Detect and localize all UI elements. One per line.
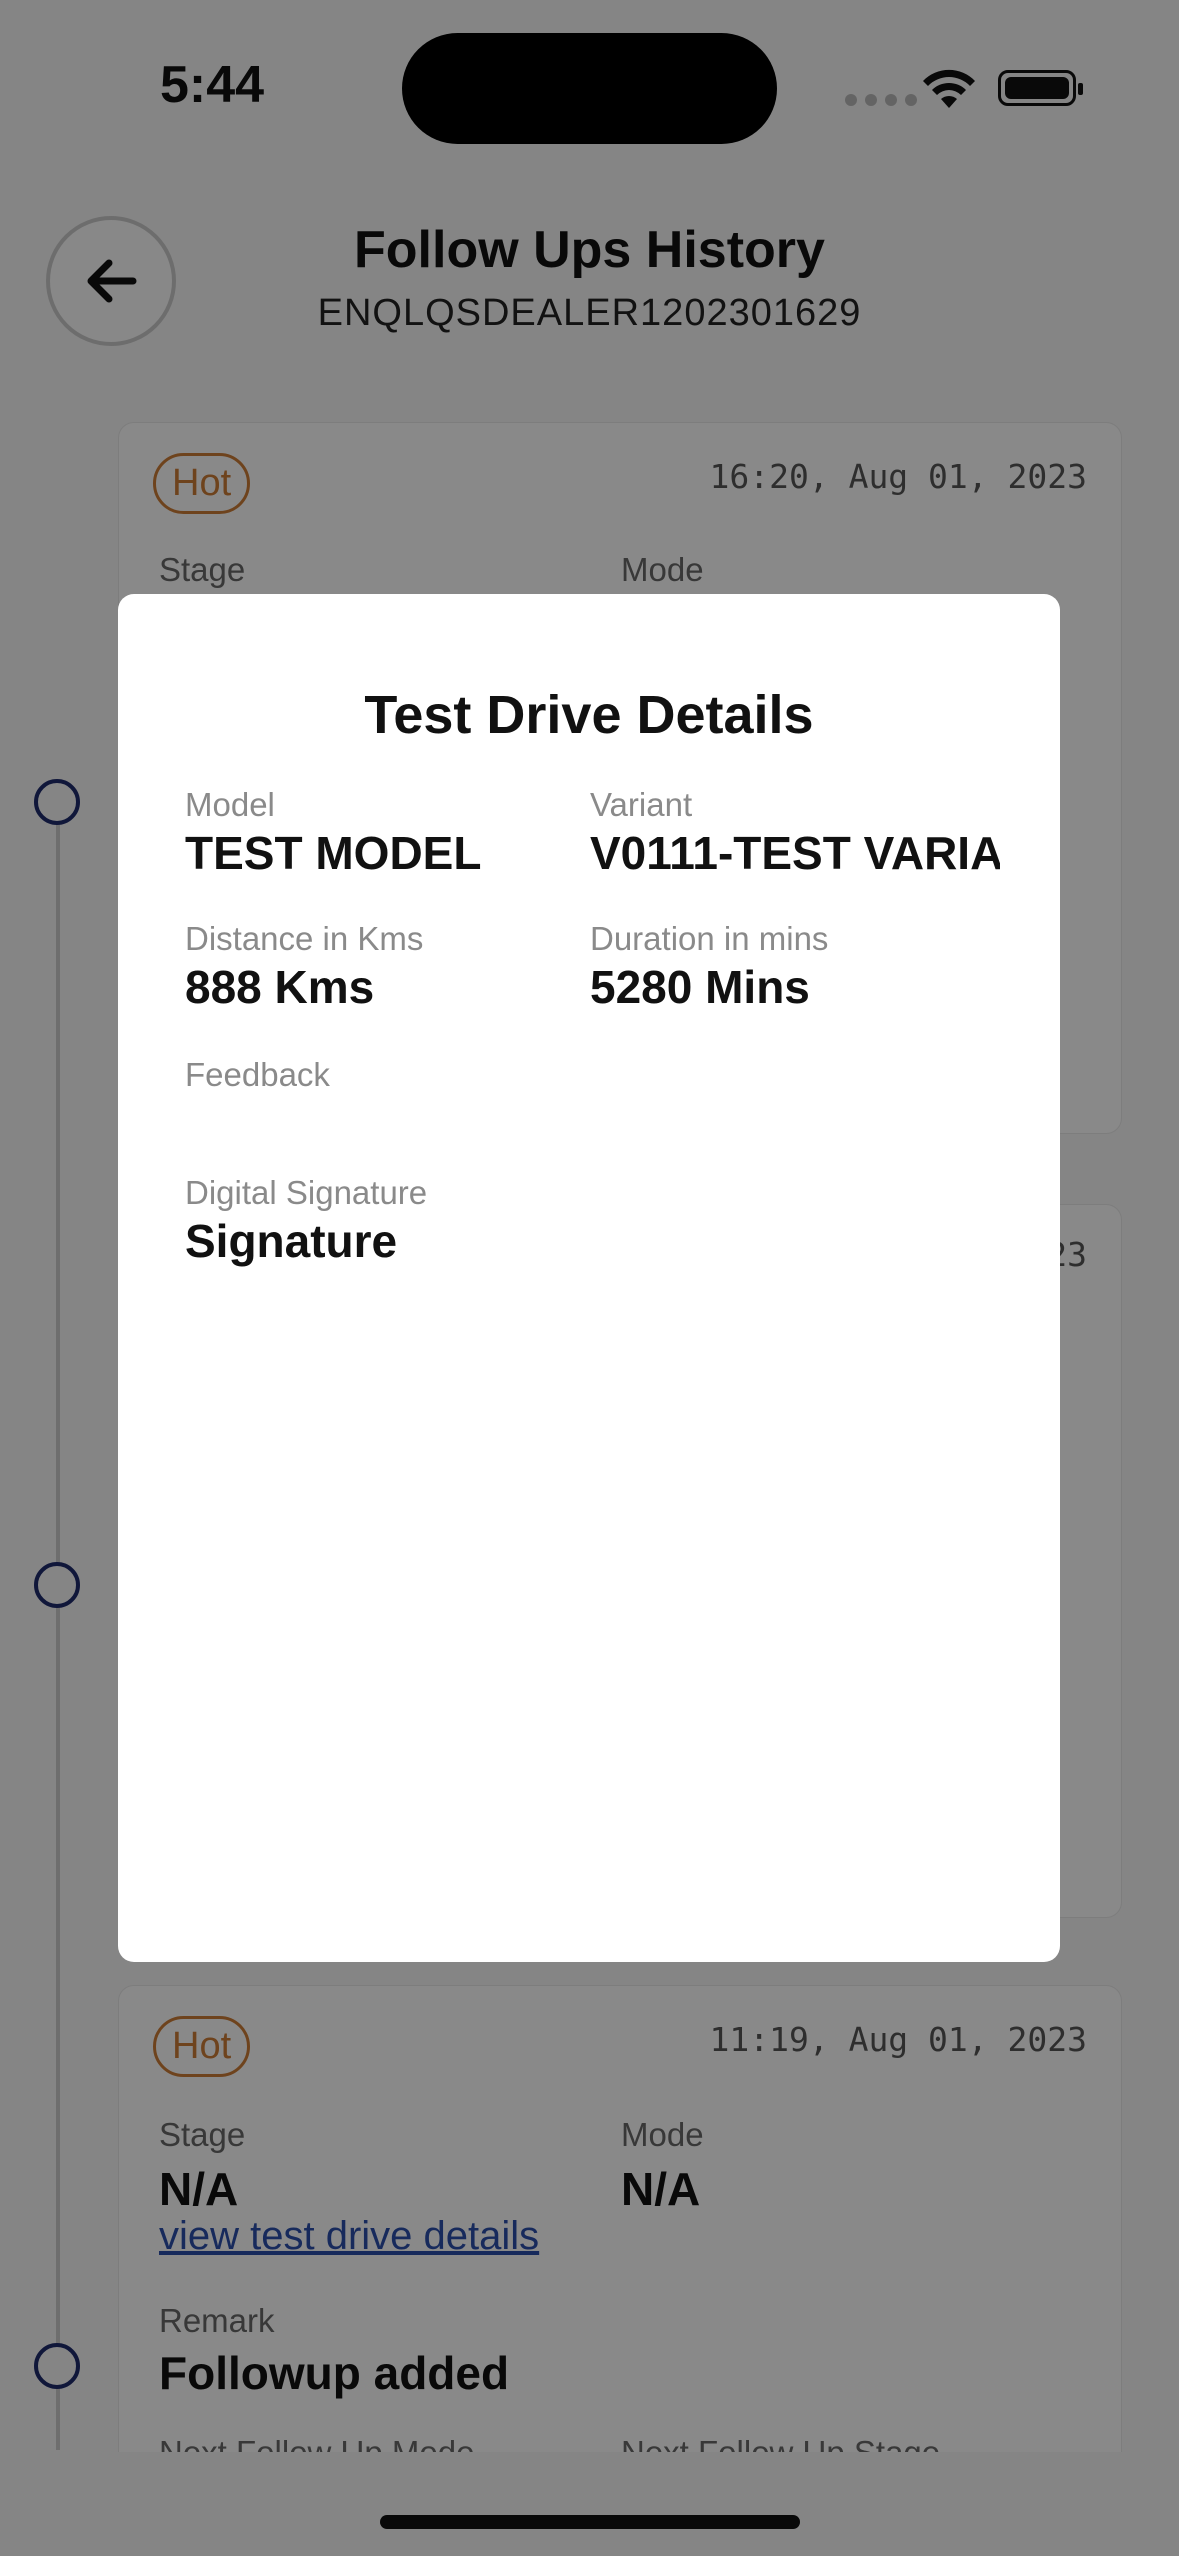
- duration-label: Duration in mins: [590, 920, 829, 957]
- variant-value: V0111-TEST VARIAN: [590, 827, 1000, 879]
- model-value: TEST MODEL: [185, 827, 482, 879]
- signature-value: Signature: [185, 1215, 398, 1267]
- feedback-label: Feedback: [185, 1056, 330, 1093]
- distance-value: 888 Kms: [185, 961, 375, 1013]
- model-label: Model: [185, 786, 275, 823]
- modal-title: Test Drive Details: [364, 685, 814, 745]
- signature-label: Digital Signature: [185, 1174, 428, 1211]
- test-drive-details-modal: Test Drive Details Model TEST MODEL Vari…: [118, 594, 1060, 1962]
- variant-label: Variant: [590, 786, 693, 823]
- distance-label: Distance in Kms: [185, 920, 424, 957]
- duration-value: 5280 Mins: [590, 961, 810, 1013]
